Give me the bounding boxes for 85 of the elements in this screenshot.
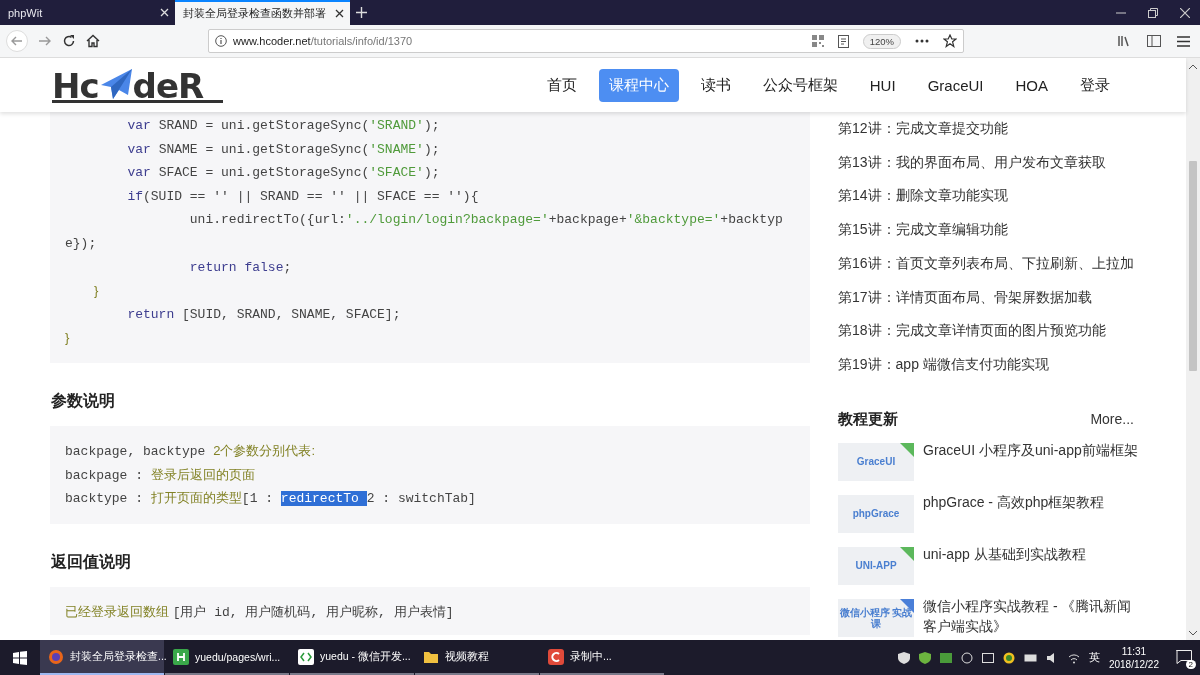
recorder-icon: [548, 648, 564, 665]
nav-link[interactable]: GraceUI: [917, 69, 994, 101]
code-line: uni.redirectTo({url:'../login/login?backpage='+backpage+'&backtype='+backtyp: [188, 211, 783, 230]
sidebar-heading: 教程更新: [838, 409, 898, 429]
taskbar-button[interactable]: 视频教程: [415, 640, 539, 675]
nav-link[interactable]: HUI: [859, 69, 906, 101]
lecture-link[interactable]: 第19讲：app 端微信支付功能实现: [838, 347, 1049, 382]
course-thumbnail[interactable]: 微信小程序 实战课: [838, 598, 914, 637]
info-icon: [215, 35, 227, 47]
lecture-link[interactable]: 第13讲：我的界面布局、用户发布文章获取: [838, 145, 1106, 180]
sidebar-icon[interactable]: [1147, 35, 1161, 47]
site-logo[interactable]: Hc deR: [52, 67, 224, 103]
taskbar-button[interactable]: 封装全局登录检查...: [40, 640, 164, 675]
lecture-link[interactable]: 第18讲：完成文章详情页面的图片预览功能: [838, 314, 1106, 348]
section-heading: 参数说明: [51, 390, 115, 411]
course-thumbnail[interactable]: phpGrace: [838, 494, 914, 533]
code-line: if(SUID == '' || SRAND == '' || SFACE == ''){: [126, 187, 479, 206]
taskbar-button[interactable]: yuedu/pages/wri...: [165, 640, 289, 675]
code-line: return [SUID, SRAND, SNAME, SFACE];: [126, 305, 401, 324]
library-icon[interactable]: [1117, 34, 1131, 48]
lecture-link[interactable]: 第16讲：首页文章列表布局、下拉刷新、上拉加: [838, 246, 1134, 281]
scroll-up-icon[interactable]: [1189, 64, 1197, 69]
corner-ribbon-icon: [900, 442, 914, 457]
code-line: backpage : 登录后返回的页面: [65, 465, 255, 485]
code-line: var SNAME = uni.getStorageSync('SNAME');: [126, 140, 440, 159]
scrollbar[interactable]: [1186, 58, 1200, 640]
notification-icon[interactable]: [1176, 649, 1192, 664]
url-text: www.hcoder.net/tutorials/info/id/1370: [233, 35, 413, 47]
security-icon[interactable]: [918, 651, 931, 664]
taskbar-button[interactable]: yuedu - 微信开发...: [290, 640, 414, 675]
home-icon[interactable]: [86, 34, 100, 48]
address-bar[interactable]: www.hcoder.net/tutorials/info/id/1370 120%: [208, 29, 964, 53]
course-thumbnail[interactable]: GraceUI: [838, 442, 914, 481]
nav-link[interactable]: 登录: [1070, 68, 1120, 102]
scroll-down-icon[interactable]: [1189, 631, 1197, 636]
code-line: var SRAND = uni.getStorageSync('SRAND');: [126, 117, 440, 135]
course-thumbnail[interactable]: UNI-APP: [838, 546, 914, 585]
reader-view-icon[interactable]: [837, 34, 849, 48]
qr-code-icon[interactable]: [811, 35, 824, 47]
code-line: }: [65, 329, 70, 348]
scroll-thumb-icon[interactable]: [1189, 161, 1197, 371]
forward-icon[interactable]: [38, 34, 52, 48]
wifi-icon[interactable]: [1067, 651, 1080, 664]
lecture-link[interactable]: 第17讲：详情页面布局、骨架屏数据加载: [838, 280, 1092, 315]
nav-link[interactable]: 公众号框架: [752, 68, 848, 102]
battery-icon[interactable]: [1023, 653, 1038, 662]
code-line: }: [92, 282, 99, 301]
course-link[interactable]: GraceUI 小程序及uni-app前端框架: [923, 439, 1138, 460]
code-line: backpage, backtype 2个参数分别代表:: [65, 441, 316, 461]
reload-icon[interactable]: [62, 34, 76, 48]
input-method[interactable]: 英: [1088, 650, 1100, 665]
zoom-level[interactable]: 120%: [862, 33, 901, 49]
lecture-link[interactable]: 第15讲：完成文章编辑功能: [838, 213, 1008, 247]
lecture-link[interactable]: 第14讲：删除文章功能实现: [838, 179, 1008, 214]
browser-tab[interactable]: phpWit: [0, 0, 175, 25]
code-line: return false;: [188, 258, 292, 277]
more-link[interactable]: More...: [1090, 411, 1134, 428]
notification-count: 2: [1185, 659, 1196, 669]
taskbar-button[interactable]: 录制中...: [540, 640, 664, 675]
course-link[interactable]: 微信小程序实战教程 - 《腾讯新闻客户端实战》: [923, 595, 1138, 636]
nav-link[interactable]: HOA: [1005, 69, 1058, 101]
code-icon: [298, 648, 314, 665]
close-icon[interactable]: [335, 9, 344, 18]
editor-icon: [173, 648, 189, 665]
code-line: var SFACE = uni.getStorageSync('SFACE');: [126, 164, 440, 183]
lecture-link[interactable]: 第12讲：完成文章提交功能: [838, 112, 1008, 146]
bookmark-star-icon[interactable]: [943, 34, 957, 48]
plus-icon[interactable]: [356, 7, 367, 18]
code-line: e});: [65, 234, 97, 253]
nav-link[interactable]: 首页: [536, 68, 587, 102]
windows-start-icon[interactable]: [13, 650, 27, 665]
more-icon[interactable]: [915, 39, 929, 43]
shield-icon[interactable]: [897, 651, 910, 664]
clock[interactable]: 11:31 2018/12/22: [1108, 644, 1159, 671]
nav-link[interactable]: 读书: [690, 68, 741, 102]
restore-icon[interactable]: [1148, 7, 1158, 18]
browser-icon: [48, 648, 64, 665]
menu-icon[interactable]: [1177, 35, 1190, 47]
corner-ribbon-icon: [900, 546, 914, 561]
code-line: 已经登录返回数组 [用户 id, 用户随机码, 用户昵称, 用户表情]: [65, 602, 454, 622]
section-heading: 返回值说明: [51, 551, 131, 572]
course-link[interactable]: uni-app 从基础到实战教程: [923, 543, 1138, 564]
browser-tab[interactable]: 封装全局登录检查函数并部署: [175, 0, 350, 25]
course-link[interactable]: phpGrace - 高效php框架教程: [923, 491, 1138, 512]
code-line: backtype : 打开页面的类型[1 : redirectTo 2 : switchTab]: [65, 489, 476, 509]
